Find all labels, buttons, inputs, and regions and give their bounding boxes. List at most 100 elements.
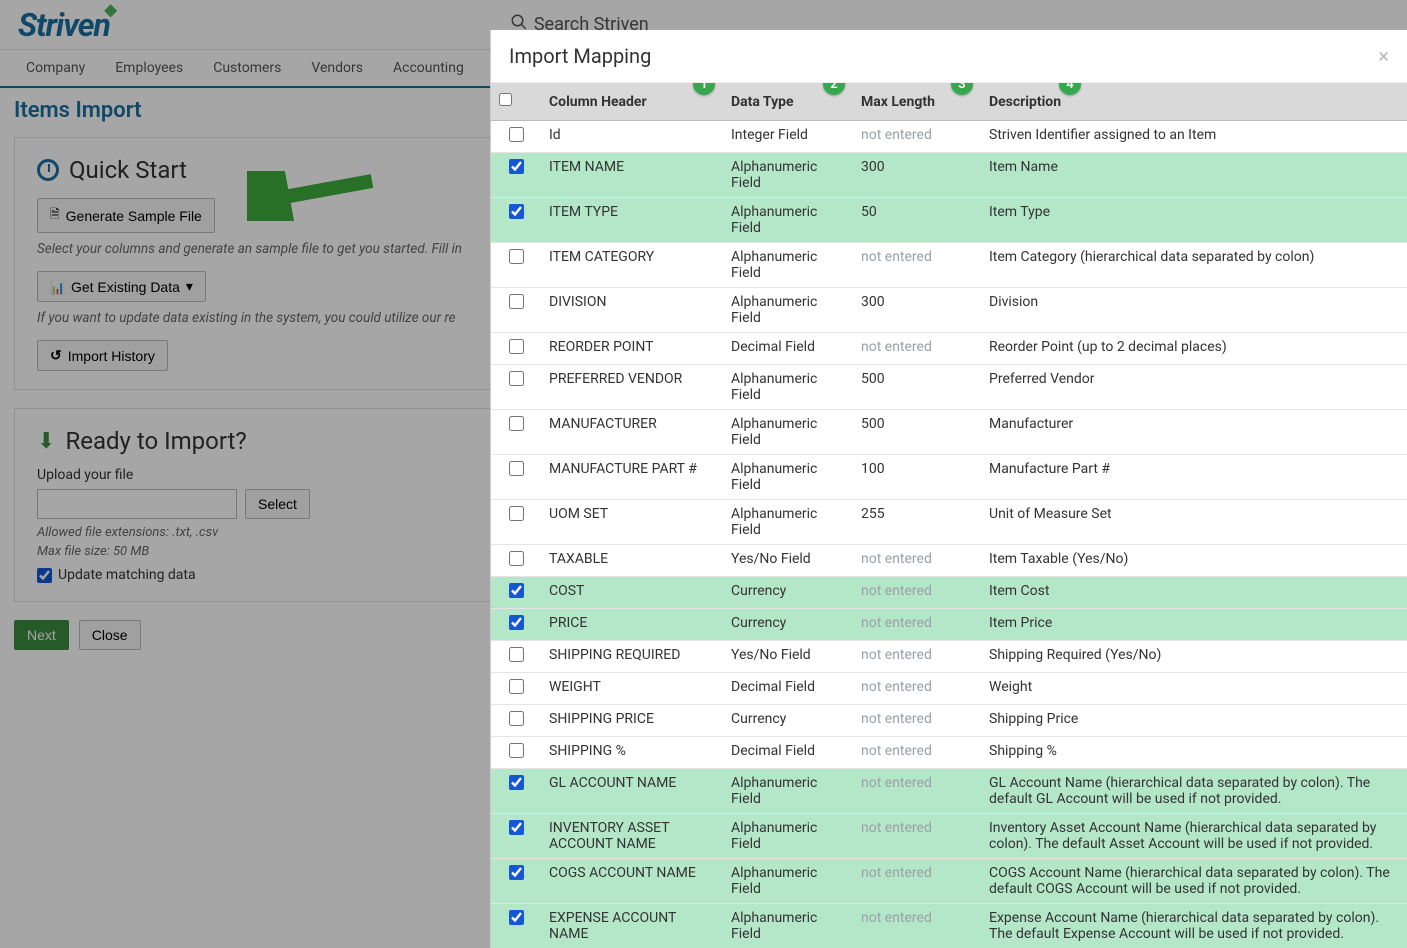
cell-type: Currency [723, 577, 853, 609]
cell-maxlength: not entered [853, 904, 981, 948]
row-checkbox[interactable] [509, 711, 524, 726]
cell-maxlength: not entered [853, 769, 981, 814]
row-checkbox[interactable] [509, 339, 524, 354]
cell-header: ITEM CATEGORY [541, 243, 723, 288]
row-checkbox[interactable] [509, 910, 524, 925]
row-checkbox[interactable] [509, 204, 524, 219]
cell-maxlength: not entered [853, 673, 981, 705]
table-row: IdInteger Fieldnot enteredStriven Identi… [491, 121, 1407, 153]
cell-maxlength: not entered [853, 737, 981, 769]
table-row: PRICECurrencynot enteredItem Price [491, 609, 1407, 641]
cell-description: Preferred Vendor [981, 365, 1407, 410]
th-data-type: Data Type 2 [723, 83, 853, 121]
table-row: REORDER POINTDecimal Fieldnot enteredReo… [491, 333, 1407, 365]
th-description: Description 4 [981, 83, 1407, 121]
row-checkbox[interactable] [509, 647, 524, 662]
badge-1-icon: 1 [693, 83, 715, 95]
table-row: INVENTORY ASSET ACCOUNT NAMEAlphanumeric… [491, 814, 1407, 859]
badge-2-icon: 2 [823, 83, 845, 95]
row-checkbox[interactable] [509, 416, 524, 431]
cell-description: Division [981, 288, 1407, 333]
cell-description: Shipping % [981, 737, 1407, 769]
cell-type: Alphanumeric Field [723, 814, 853, 859]
cell-description: Item Category (hierarchical data separat… [981, 243, 1407, 288]
cell-maxlength: 255 [853, 500, 981, 545]
cell-maxlength: not entered [853, 859, 981, 904]
row-checkbox[interactable] [509, 679, 524, 694]
row-checkbox[interactable] [509, 127, 524, 142]
cell-header: PRICE [541, 609, 723, 641]
row-checkbox[interactable] [509, 249, 524, 264]
row-checkbox[interactable] [509, 583, 524, 598]
row-checkbox[interactable] [509, 820, 524, 835]
cell-header: EXPENSE ACCOUNT NAME [541, 904, 723, 948]
table-row: ITEM NAMEAlphanumeric Field300Item Name [491, 153, 1407, 198]
table-row: EXPENSE ACCOUNT NAMEAlphanumeric Fieldno… [491, 904, 1407, 948]
cell-description: Expense Account Name (hierarchical data … [981, 904, 1407, 948]
row-checkbox[interactable] [509, 461, 524, 476]
table-row: SHIPPING %Decimal Fieldnot enteredShippi… [491, 737, 1407, 769]
table-row: TAXABLEYes/No Fieldnot enteredItem Taxab… [491, 545, 1407, 577]
cell-type: Decimal Field [723, 673, 853, 705]
cell-description: COGS Account Name (hierarchical data sep… [981, 859, 1407, 904]
cell-maxlength: 50 [853, 198, 981, 243]
cell-header: Id [541, 121, 723, 153]
table-row: GL ACCOUNT NAMEAlphanumeric Fieldnot ent… [491, 769, 1407, 814]
cell-maxlength: 100 [853, 455, 981, 500]
cell-maxlength: 500 [853, 410, 981, 455]
mapping-table: Column Header 1 Data Type 2 Max Length 3… [491, 83, 1407, 948]
cell-type: Alphanumeric Field [723, 769, 853, 814]
select-all-checkbox[interactable] [499, 93, 512, 106]
table-row: ITEM CATEGORYAlphanumeric Fieldnot enter… [491, 243, 1407, 288]
cell-type: Alphanumeric Field [723, 365, 853, 410]
cell-description: Striven Identifier assigned to an Item [981, 121, 1407, 153]
cell-description: Shipping Required (Yes/No) [981, 641, 1407, 673]
cell-description: Inventory Asset Account Name (hierarchic… [981, 814, 1407, 859]
cell-type: Decimal Field [723, 737, 853, 769]
cell-type: Alphanumeric Field [723, 410, 853, 455]
close-icon[interactable]: × [1378, 44, 1389, 68]
cell-type: Currency [723, 705, 853, 737]
cell-maxlength: not entered [853, 705, 981, 737]
cell-type: Alphanumeric Field [723, 500, 853, 545]
cell-description: Manufacturer [981, 410, 1407, 455]
cell-type: Alphanumeric Field [723, 243, 853, 288]
cell-header: DIVISION [541, 288, 723, 333]
row-checkbox[interactable] [509, 371, 524, 386]
row-checkbox[interactable] [509, 159, 524, 174]
cell-description: Weight [981, 673, 1407, 705]
cell-type: Yes/No Field [723, 641, 853, 673]
th-column-header: Column Header 1 [541, 83, 723, 121]
cell-type: Alphanumeric Field [723, 198, 853, 243]
row-checkbox[interactable] [509, 551, 524, 566]
cell-maxlength: 300 [853, 288, 981, 333]
badge-4-icon: 4 [1059, 83, 1081, 95]
row-checkbox[interactable] [509, 506, 524, 521]
cell-maxlength: 300 [853, 153, 981, 198]
row-checkbox[interactable] [509, 775, 524, 790]
cell-maxlength: not entered [853, 243, 981, 288]
cell-header: MANUFACTURE PART # [541, 455, 723, 500]
cell-type: Decimal Field [723, 333, 853, 365]
row-checkbox[interactable] [509, 294, 524, 309]
cell-description: Item Taxable (Yes/No) [981, 545, 1407, 577]
cell-type: Alphanumeric Field [723, 904, 853, 948]
cell-header: TAXABLE [541, 545, 723, 577]
row-checkbox[interactable] [509, 865, 524, 880]
cell-header: INVENTORY ASSET ACCOUNT NAME [541, 814, 723, 859]
cell-header: SHIPPING PRICE [541, 705, 723, 737]
cell-maxlength: not entered [853, 333, 981, 365]
table-row: MANUFACTURERAlphanumeric Field500Manufac… [491, 410, 1407, 455]
cell-maxlength: not entered [853, 609, 981, 641]
cell-type: Alphanumeric Field [723, 859, 853, 904]
row-checkbox[interactable] [509, 615, 524, 630]
import-mapping-modal: Import Mapping × Column Header 1 Data Ty… [490, 30, 1407, 948]
cell-type: Yes/No Field [723, 545, 853, 577]
cell-maxlength: not entered [853, 577, 981, 609]
cell-description: Item Cost [981, 577, 1407, 609]
table-row: COSTCurrencynot enteredItem Cost [491, 577, 1407, 609]
cell-header: SHIPPING % [541, 737, 723, 769]
cell-header: REORDER POINT [541, 333, 723, 365]
cell-header: ITEM NAME [541, 153, 723, 198]
row-checkbox[interactable] [509, 743, 524, 758]
